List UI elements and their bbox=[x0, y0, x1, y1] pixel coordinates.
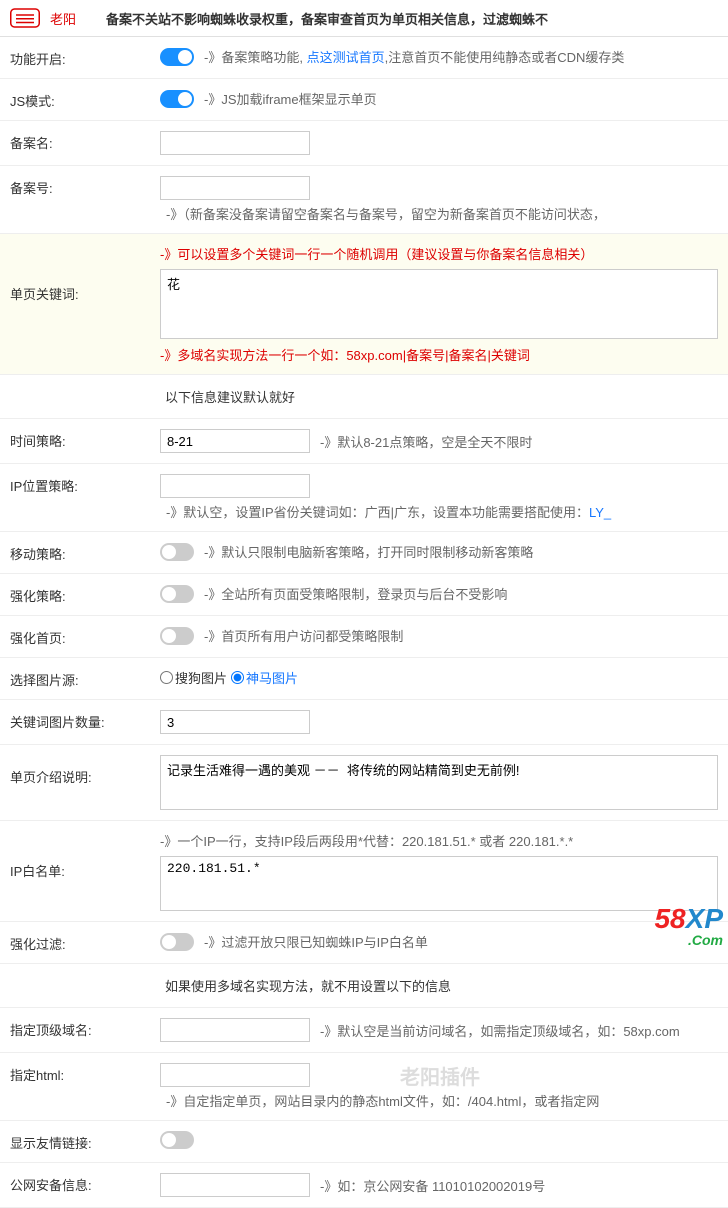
desc-police: -》如：京公网安备 11010102002019号 bbox=[320, 1176, 545, 1195]
desc-htmlfile: -》自定指定单页，网站目录内的静态html文件，如：/404.html，或者指定… bbox=[166, 1091, 599, 1110]
toggle-strengthenfilter[interactable] bbox=[160, 933, 194, 951]
label-pagedesc: 单页介绍说明: bbox=[10, 755, 160, 786]
desc-strengthenhome: -》首页所有用户访问都受策略限制 bbox=[204, 626, 403, 645]
label-feature: 功能开启: bbox=[10, 47, 160, 68]
input-police[interactable] bbox=[160, 1173, 310, 1197]
section-note-1: 以下信息建议默认就好 bbox=[0, 375, 728, 419]
row-mobilepolicy: 移动策略: -》默认只限制电脑新客策略，打开同时限制移动新客策略 bbox=[0, 532, 728, 574]
toggle-feature[interactable] bbox=[160, 48, 194, 66]
logo-icon bbox=[10, 8, 40, 28]
textarea-pagedesc[interactable]: 记录生活难得一遇的美观 －－ 将传统的网站精简到史无前例! bbox=[160, 755, 718, 810]
label-friendlink: 显示友情链接: bbox=[10, 1131, 160, 1152]
input-ippolicy[interactable] bbox=[160, 474, 310, 498]
row-ipwhite: IP白名单: -》一个IP一行，支持IP段后两段用*代替：220.181.51.… bbox=[0, 821, 728, 922]
label-strengthenhome: 强化首页: bbox=[10, 626, 160, 647]
label-imgcount: 关键词图片数量: bbox=[10, 710, 160, 731]
row-topdomain: 指定顶级域名: -》默认空是当前访问域名，如需指定顶级域名，如：58xp.com bbox=[0, 1008, 728, 1053]
desc-ippolicy: -》默认空，设置IP省份关键词如：广西|广东，设置本功能需要搭配使用：LY_ bbox=[166, 502, 611, 521]
row-police: 公网安备信息: -》如：京公网安备 11010102002019号 bbox=[0, 1163, 728, 1208]
input-imgcount[interactable] bbox=[160, 710, 310, 734]
input-recordno[interactable] bbox=[160, 176, 310, 200]
desc-recordno: -》（新备案没备案请留空备案名与备案号，留空为新备案首页不能访问状态， bbox=[166, 204, 606, 223]
desc-feature: -》备案策略功能, 点这测试首页,注意首页不能使用纯静态或者CDN缓存类 bbox=[204, 47, 624, 66]
label-timepolicy: 时间策略: bbox=[10, 429, 160, 450]
label-strengthenfilter: 强化过滤: bbox=[10, 932, 160, 953]
row-recordname: 备案名: bbox=[0, 121, 728, 166]
input-htmlfile[interactable] bbox=[160, 1063, 310, 1087]
input-topdomain[interactable] bbox=[160, 1018, 310, 1042]
hint-keywords-1: -》可以设置多个关键词一行一个随机调用（建议设置与你备案名信息相关） bbox=[160, 244, 718, 263]
label-ipwhite: IP白名单: bbox=[10, 831, 160, 880]
row-htmlfile: 指定html: -》自定指定单页，网站目录内的静态html文件，如：/404.h… bbox=[0, 1053, 728, 1121]
row-pagedesc: 单页介绍说明: 记录生活难得一遇的美观 －－ 将传统的网站精简到史无前例! bbox=[0, 745, 728, 821]
textarea-keywords[interactable]: 花 bbox=[160, 269, 718, 339]
desc-mobilepolicy: -》默认只限制电脑新客策略，打开同时限制移动新客策略 bbox=[204, 542, 533, 561]
label-recordno: 备案号: bbox=[10, 176, 160, 197]
label-strengthen: 强化策略: bbox=[10, 584, 160, 605]
label-jsmode: JS模式: bbox=[10, 89, 160, 110]
input-timepolicy[interactable] bbox=[160, 429, 310, 453]
label-htmlfile: 指定html: bbox=[10, 1063, 160, 1084]
row-strengthenfilter: 强化过滤: -》过滤开放只限已知蜘蛛IP与IP白名单 bbox=[0, 922, 728, 964]
row-recordno: 备案号: -》（新备案没备案请留空备案名与备案号，留空为新备案首页不能访问状态， bbox=[0, 166, 728, 234]
corner-logo: 58XP.Com bbox=[654, 905, 723, 947]
section-note-2: 如果使用多域名实现方法，就不用设置以下的信息 bbox=[0, 964, 728, 1008]
label-mobilepolicy: 移动策略: bbox=[10, 542, 160, 563]
label-topdomain: 指定顶级域名: bbox=[10, 1018, 160, 1039]
link-ly[interactable]: LY_ bbox=[589, 505, 611, 520]
hint-keywords-2: -》多域名实现方法一行一个如：58xp.com|备案号|备案名|关键词 bbox=[160, 345, 718, 364]
label-recordname: 备案名: bbox=[10, 131, 160, 152]
toggle-strengthenhome[interactable] bbox=[160, 627, 194, 645]
desc-topdomain: -》默认空是当前访问域名，如需指定顶级域名，如：58xp.com bbox=[320, 1021, 680, 1040]
hint-ipwhite: -》一个IP一行，支持IP段后两段用*代替：220.181.51.* 或者 22… bbox=[160, 831, 718, 850]
toggle-friendlink[interactable] bbox=[160, 1131, 194, 1149]
desc-jsmode: -》JS加载iframe框架显示单页 bbox=[204, 89, 377, 108]
row-friendlink: 显示友情链接: bbox=[0, 1121, 728, 1163]
radio-sogou[interactable]: 搜狗图片 bbox=[160, 668, 227, 687]
label-keywords: 单页关键词: bbox=[10, 244, 160, 303]
top-bar: 老阳 备案不关站不影响蜘蛛收录权重，备案审查首页为单页相关信息，过滤蜘蛛不 bbox=[0, 0, 728, 37]
toggle-mobilepolicy[interactable] bbox=[160, 543, 194, 561]
link-test-home[interactable]: 点这测试首页 bbox=[307, 50, 385, 65]
row-strengthenhome: 强化首页: -》首页所有用户访问都受策略限制 bbox=[0, 616, 728, 658]
label-police: 公网安备信息: bbox=[10, 1173, 160, 1194]
row-ippolicy: IP位置策略: -》默认空，设置IP省份关键词如：广西|广东，设置本功能需要搭配… bbox=[0, 464, 728, 532]
radio-shenma-input[interactable] bbox=[231, 671, 244, 684]
input-recordname[interactable] bbox=[160, 131, 310, 155]
textarea-ipwhite[interactable]: 220.181.51.* bbox=[160, 856, 718, 911]
label-imgsource: 选择图片源: bbox=[10, 668, 160, 689]
toggle-jsmode[interactable] bbox=[160, 90, 194, 108]
radio-sogou-input[interactable] bbox=[160, 671, 173, 684]
row-jsmode: JS模式: -》JS加载iframe框架显示单页 bbox=[0, 79, 728, 121]
desc-strengthen: -》全站所有页面受策略限制，登录页与后台不受影响 bbox=[204, 584, 507, 603]
radio-shenma[interactable]: 神马图片 bbox=[231, 668, 298, 687]
row-strengthen: 强化策略: -》全站所有页面受策略限制，登录页与后台不受影响 bbox=[0, 574, 728, 616]
label-ippolicy: IP位置策略: bbox=[10, 474, 160, 495]
row-timepolicy: 时间策略: -》默认8-21点策略，空是全天不限时 bbox=[0, 419, 728, 464]
row-keywords: 单页关键词: -》可以设置多个关键词一行一个随机调用（建议设置与你备案名信息相关… bbox=[0, 234, 728, 375]
brand-name: 老阳 bbox=[50, 9, 76, 28]
toggle-strengthen[interactable] bbox=[160, 585, 194, 603]
desc-strengthenfilter: -》过滤开放只限已知蜘蛛IP与IP白名单 bbox=[204, 932, 428, 951]
top-notice: 备案不关站不影响蜘蛛收录权重，备案审查首页为单页相关信息，过滤蜘蛛不 bbox=[106, 9, 548, 28]
row-imgsource: 选择图片源: 搜狗图片 神马图片 bbox=[0, 658, 728, 700]
row-feature: 功能开启: -》备案策略功能, 点这测试首页,注意首页不能使用纯静态或者CDN缓… bbox=[0, 37, 728, 79]
row-imgcount: 关键词图片数量: bbox=[0, 700, 728, 745]
desc-timepolicy: -》默认8-21点策略，空是全天不限时 bbox=[320, 432, 532, 451]
